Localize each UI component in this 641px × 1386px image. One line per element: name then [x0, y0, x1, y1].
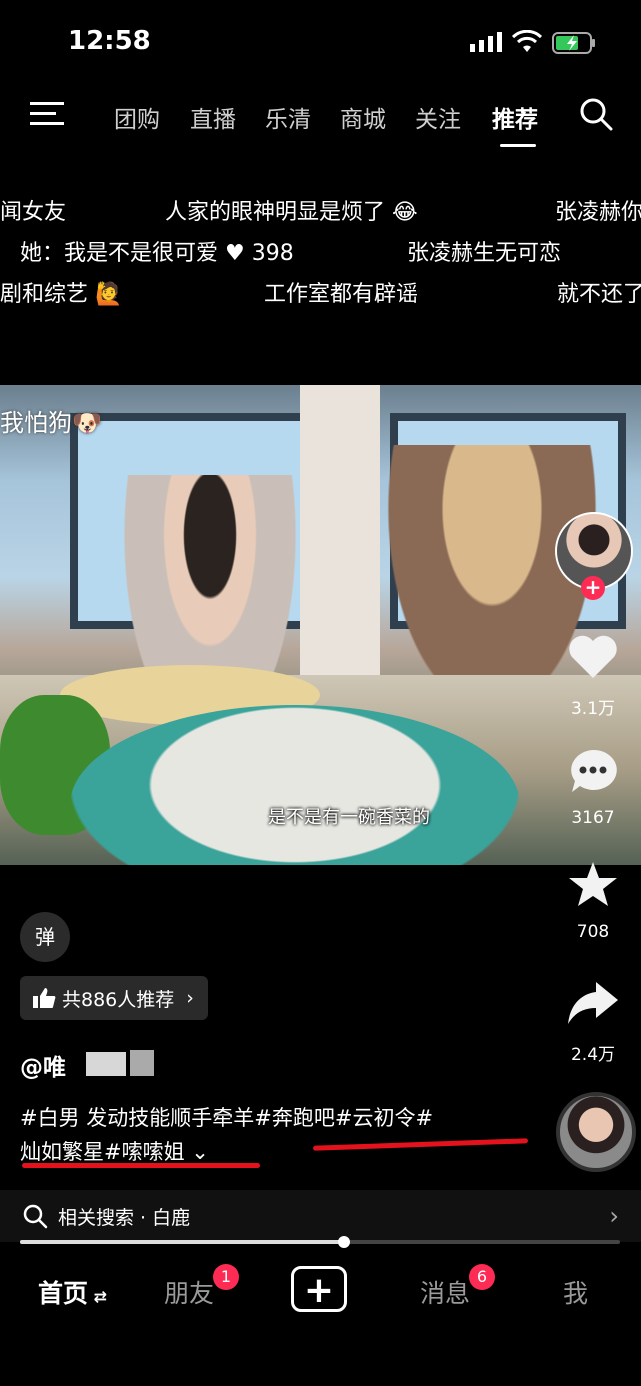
chevron-right-icon: › — [609, 1202, 619, 1230]
tab-recommend[interactable]: 推荐 — [492, 100, 538, 134]
danmaku-comment: 人家的眼神明显是烦了 😂 — [165, 200, 418, 225]
battery-icon — [552, 32, 595, 54]
thumbs-up-icon — [33, 988, 56, 1008]
messages-badge: 6 — [469, 1264, 495, 1290]
laughing-emoji-icon: 😂 — [385, 200, 418, 225]
video-subtitle: 是不是有一碗香菜的 — [268, 807, 430, 828]
tab-mall[interactable]: 商城 — [340, 100, 386, 134]
redacted-username — [130, 1050, 154, 1076]
tab-messages[interactable]: 消息 — [420, 1274, 470, 1310]
cellular-signal-icon — [470, 32, 502, 52]
video-description[interactable]: 灿如繁星#嗦嗦姐 ⌄ — [20, 1136, 209, 1166]
danmaku-comment: 张凌赫生无可恋 — [407, 241, 562, 266]
red-underline-mark — [22, 1163, 260, 1168]
tab-me[interactable]: 我 — [563, 1274, 588, 1310]
red-underline-mark — [312, 1138, 529, 1151]
active-tab-indicator — [500, 144, 536, 147]
friends-badge: 1 — [213, 1264, 239, 1290]
tab-group-buy[interactable]: 团购 — [114, 100, 160, 134]
recommend-count-label: 共886人推荐 — [62, 988, 175, 1011]
tab-local[interactable]: 乐清 — [265, 100, 311, 134]
wifi-icon — [512, 30, 542, 52]
share-count: 2.4万 — [570, 1045, 616, 1065]
person-emoji-icon: 🙋 — [88, 282, 123, 307]
tab-friends[interactable]: 朋友 — [164, 1274, 214, 1310]
tab-live[interactable]: 直播 — [190, 100, 236, 134]
menu-icon[interactable] — [30, 100, 64, 128]
video-watermark: 我怕狗🐶 — [0, 409, 102, 437]
chevron-right-icon: › — [186, 987, 194, 1009]
favorite-star-icon[interactable] — [566, 860, 620, 910]
tab-home[interactable]: 首页 ⇄ — [38, 1274, 107, 1310]
follow-button[interactable]: + — [581, 576, 605, 600]
danmaku-comment: 剧和综艺 🙋 — [0, 282, 123, 307]
create-post-button[interactable]: + — [291, 1266, 347, 1312]
danmaku-comment: 就不还了 — [557, 282, 641, 307]
share-icon[interactable] — [566, 978, 620, 1028]
tab-following[interactable]: 关注 — [415, 100, 461, 134]
dog-emoji-icon: 🐶 — [72, 409, 102, 437]
video-player[interactable]: 我怕狗🐶 是不是有一碗香菜的 — [0, 385, 641, 865]
like-count: 3.1万 — [570, 699, 616, 719]
author-username[interactable]: @唯 — [20, 1048, 66, 1082]
video-progress-knob[interactable] — [338, 1236, 350, 1248]
redacted-username — [86, 1052, 126, 1076]
status-time: 12:58 — [68, 26, 151, 56]
heart-icon: ♥ — [225, 241, 245, 266]
comment-count: 3167 — [571, 808, 615, 828]
like-heart-icon[interactable] — [566, 632, 620, 682]
favorite-count: 708 — [576, 922, 610, 942]
search-icon[interactable] — [578, 96, 614, 132]
expand-chevron-icon[interactable]: ⌄ — [185, 1140, 209, 1164]
search-icon — [23, 1204, 48, 1229]
comment-icon[interactable] — [566, 746, 620, 796]
danmaku-comment: 她：我是不是很可爱 ♥ 398 — [20, 241, 294, 266]
related-search-label: 相关搜索 · 白鹿 — [58, 1206, 191, 1229]
video-progress-fill — [20, 1240, 344, 1244]
danmaku-comment: 工作室都有辟谣 — [264, 282, 419, 307]
recommend-count-button[interactable]: 共886人推荐 › — [20, 976, 208, 1020]
danmaku-comment: 张凌赫你 — [555, 200, 641, 225]
swap-icon: ⇄ — [88, 1287, 107, 1306]
danmaku-toggle-button[interactable]: 弹 — [20, 912, 70, 962]
music-disc-avatar[interactable] — [556, 1092, 636, 1172]
danmaku-comment: 闻女友 — [0, 200, 67, 225]
video-description[interactable]: #白男 发动技能顺手牵羊#奔跑吧#云初令# — [20, 1102, 433, 1132]
related-search-bar[interactable]: 相关搜索 · 白鹿 › — [0, 1190, 641, 1242]
